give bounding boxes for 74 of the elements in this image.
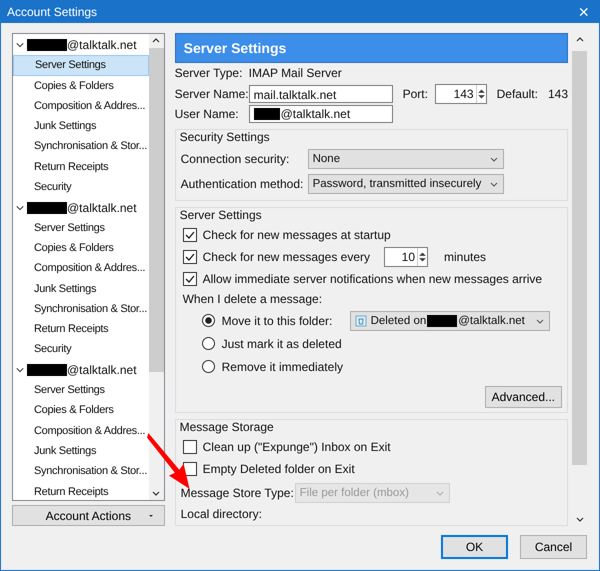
tree-item[interactable]: Server Settings [13, 55, 149, 76]
tree-item[interactable]: Copies & Folders [13, 76, 149, 96]
advanced-button[interactable]: Advanced... [484, 386, 562, 408]
group-title: Security Settings [180, 130, 271, 144]
dropdown[interactable]: None [308, 148, 504, 168]
close-button[interactable]: × [568, 2, 599, 22]
checkbox-label[interactable]: Check for new messages every [202, 250, 370, 264]
field-value: IMAP Mail Server [248, 66, 342, 80]
checkbox[interactable] [182, 440, 197, 454]
tree-item[interactable]: Return Receipts [13, 156, 149, 178]
dropdown-icon [148, 514, 154, 518]
checkbox-label[interactable]: Allow immediate server notifications when new messages arrive [202, 272, 542, 286]
radio-label[interactable]: Remove it immediately [222, 360, 350, 374]
radio-button[interactable] [202, 314, 215, 327]
redaction-bar [27, 364, 67, 376]
tree-item[interactable]: Synchronisation & Stor... [13, 461, 149, 482]
account-item[interactable]: @talktalk.net [13, 197, 149, 218]
radio-button[interactable] [202, 360, 215, 373]
interval-field[interactable]: 10 [384, 247, 428, 267]
field-label: Server Name: [174, 86, 249, 100]
panel-header: Server Settings [174, 33, 568, 63]
tree-item[interactable]: Junk Settings [13, 278, 149, 299]
radio-label[interactable]: Move it to this folder: [222, 314, 350, 328]
user-name-field[interactable]: @talktalk.net [248, 104, 393, 123]
tree-item[interactable]: Copies & Folders [13, 400, 149, 421]
checkbox[interactable] [182, 272, 197, 286]
field-label: Server Type: [174, 66, 244, 80]
account-item[interactable]: @talktalk.net [13, 360, 149, 380]
group-title: Message Storage [180, 420, 275, 434]
tree-item[interactable]: Server Settings [13, 380, 149, 400]
group-title: Server Settings [180, 208, 263, 222]
dialog-button[interactable]: OK [441, 535, 508, 559]
checkbox[interactable] [182, 250, 197, 264]
unit-label: minutes [444, 250, 486, 264]
field-label: Message Store Type: [180, 486, 295, 500]
port-field[interactable]: 143 [434, 84, 487, 104]
scrollbar[interactable] [148, 34, 164, 500]
tree-item[interactable]: Synchronisation & Stor... [13, 136, 149, 157]
field-value: 143 [548, 86, 568, 100]
tree-item[interactable]: Synchronisation & Stor... [13, 298, 149, 320]
field-label: User Name: [174, 106, 240, 121]
radio-label[interactable]: Just mark it as deleted [222, 336, 350, 350]
account-actions-button[interactable]: Account Actions [12, 505, 165, 526]
field-label: Local directory: [180, 507, 263, 521]
checkbox-label[interactable]: Check for new messages at startup [202, 228, 391, 242]
redaction-bar [27, 39, 67, 52]
tree-item[interactable]: Security [13, 339, 149, 360]
tree-item[interactable]: Security [13, 177, 149, 198]
checkbox-label[interactable]: Empty Deleted folder on Exit [202, 462, 355, 476]
checkbox[interactable] [182, 228, 197, 242]
tree-item[interactable]: Return Receipts [13, 482, 149, 500]
field-label: Port: [402, 86, 429, 100]
trash-icon [354, 314, 367, 326]
tree-item[interactable]: Composition & Addres... [13, 96, 149, 116]
radio-button[interactable] [202, 337, 215, 350]
field-label: Default: [496, 86, 538, 100]
window-title: Account Settings [7, 4, 98, 18]
dialog-button[interactable]: Cancel [520, 535, 587, 559]
field-label: Authentication method: [180, 176, 304, 190]
field-label: Connection security: [180, 152, 290, 166]
redaction-bar [27, 202, 67, 214]
account-item[interactable]: @talktalk.net [13, 35, 149, 56]
folder-dropdown[interactable]: Deleted on @talktalk.net [350, 310, 550, 330]
checkbox-label[interactable]: Clean up ("Expunge") Inbox on Exit [202, 440, 391, 454]
dropdown[interactable]: Password, transmitted insecurely [308, 174, 504, 194]
tree-item[interactable]: Junk Settings [13, 440, 149, 462]
tree-item[interactable]: Composition & Addres... [13, 420, 149, 441]
tree-item[interactable]: Composition & Addres... [13, 258, 149, 279]
tree-item[interactable]: Server Settings [13, 218, 149, 238]
tree-item[interactable]: Junk Settings [13, 116, 149, 136]
tree-item[interactable]: Return Receipts [13, 319, 149, 340]
tree-item[interactable]: Copies & Folders [13, 238, 149, 258]
field-label: When I delete a message: [182, 292, 324, 306]
server-name-field[interactable]: mail.talktalk.net [248, 84, 393, 102]
